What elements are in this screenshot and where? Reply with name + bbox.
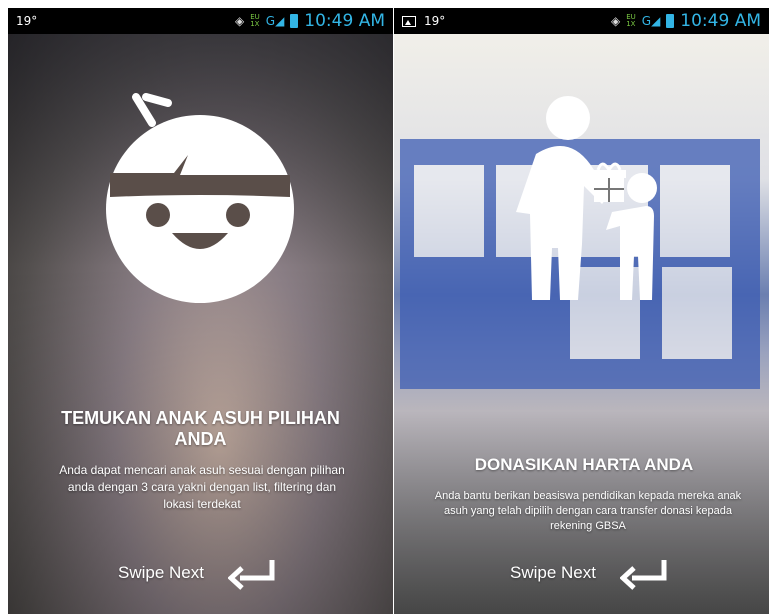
temperature: 19° — [424, 14, 446, 28]
return-arrow-icon — [619, 560, 667, 590]
screen-content: DONASIKAN HARTA ANDA Anda bantu berikan … — [394, 34, 769, 614]
vibrate-icon: ◈ — [234, 14, 245, 28]
swipe-next-label: Swipe Next — [510, 563, 596, 582]
onboarding-screen-2: 19° ◈ EU 1X G◢ 10:49 AM DONASIKAN HARTA … — [394, 8, 769, 614]
clock: 10:49 AM — [304, 11, 385, 31]
onboarding-description: Anda bantu berikan beasiswa pendidikan k… — [434, 490, 742, 532]
battery-icon — [290, 14, 299, 28]
onboarding-heading: TEMUKAN ANAK ASUH PILIHAN ANDA — [61, 408, 340, 449]
network-indicator: EU 1X — [626, 13, 636, 28]
onboarding-screen-1: 19° ◈ EU 1X G◢ 10:49 AM TEMUKAN ANAK ASUH… — [8, 8, 393, 614]
onboarding-heading: DONASIKAN HARTA ANDA — [474, 455, 694, 474]
temperature: 19° — [16, 14, 38, 28]
status-bar: 19° ◈ EU 1X G◢ 10:49 AM — [394, 8, 769, 34]
swipe-next-label: Swipe Next — [118, 563, 204, 582]
network-indicator: EU 1X — [250, 13, 260, 28]
swipe-next-button[interactable]: Swipe Next — [118, 556, 278, 590]
gallery-icon — [402, 15, 416, 27]
return-arrow-icon — [227, 560, 275, 590]
swipe-next-button[interactable]: Swipe Next — [510, 556, 670, 590]
screen-content: TEMUKAN ANAK ASUH PILIHAN ANDA Anda dapa… — [8, 34, 393, 614]
giving-gift-icon — [516, 96, 657, 300]
clock: 10:49 AM — [680, 11, 761, 31]
onboarding-description: Anda dapat mencari anak asuh sesuai deng… — [59, 463, 345, 511]
smiley-face-icon — [106, 93, 294, 303]
status-bar: 19° ◈ EU 1X G◢ 10:49 AM — [8, 8, 393, 34]
battery-icon — [666, 14, 675, 28]
signal-icon: G◢ — [265, 14, 285, 28]
signal-icon: G◢ — [641, 14, 661, 28]
vibrate-icon: ◈ — [610, 14, 621, 28]
